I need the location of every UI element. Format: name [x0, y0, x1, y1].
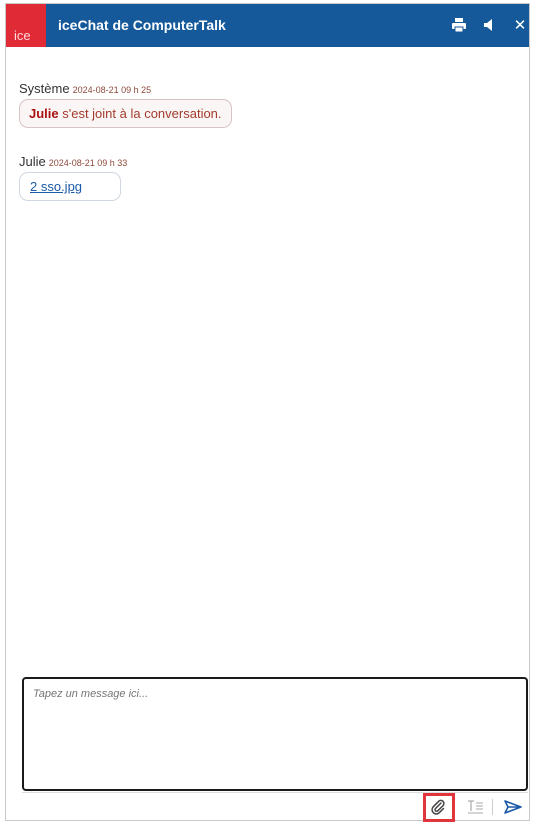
paperclip-icon [431, 799, 445, 815]
close-button[interactable]: ✕ [511, 16, 529, 34]
system-message-text: s'est joint à la conversation. [58, 106, 222, 121]
app-logo: ice [6, 4, 46, 47]
chat-window: ice iceChat de ComputerTalk ✕ Système 202… [5, 3, 530, 822]
message-list: Système 2024-08-21 09 h 25 Julie s'est jo… [6, 47, 529, 677]
message-time: 2024-08-21 09 h 25 [72, 85, 152, 95]
file-attachment-link[interactable]: 2 sso.jpg [30, 179, 82, 194]
message-header: Système 2024-08-21 09 h 25 [19, 81, 232, 96]
print-icon [452, 18, 466, 32]
message-header: Julie 2024-08-21 09 h 33 [19, 154, 127, 169]
message-system: Système 2024-08-21 09 h 25 Julie s'est jo… [19, 81, 232, 128]
print-button[interactable] [450, 16, 468, 34]
window-title: iceChat de ComputerTalk [58, 17, 226, 33]
logo-text: ice [14, 28, 31, 43]
message-time: 2024-08-21 09 h 33 [48, 158, 128, 168]
speaker-icon [484, 19, 492, 31]
attach-file-button[interactable] [427, 796, 449, 818]
joined-user-name: Julie [29, 106, 59, 121]
message-bubble: Julie s'est joint à la conversation. [19, 99, 232, 128]
text-format-button[interactable] [465, 796, 487, 818]
text-format-icon [468, 800, 483, 814]
toolbar-divider [492, 799, 493, 815]
send-button[interactable] [502, 796, 524, 818]
message-compose-box [22, 677, 528, 791]
message-julie: Julie 2024-08-21 09 h 33 2 sso.jpg [19, 154, 127, 201]
message-sender: Julie [19, 154, 46, 169]
send-icon [504, 800, 522, 814]
message-sender: Système [19, 81, 70, 96]
compose-toolbar [22, 792, 528, 822]
message-bubble: 2 sso.jpg [19, 172, 121, 201]
sound-button[interactable] [480, 16, 498, 34]
close-icon: ✕ [513, 17, 527, 34]
message-input[interactable] [31, 686, 519, 782]
titlebar: ice iceChat de ComputerTalk ✕ [6, 4, 529, 47]
